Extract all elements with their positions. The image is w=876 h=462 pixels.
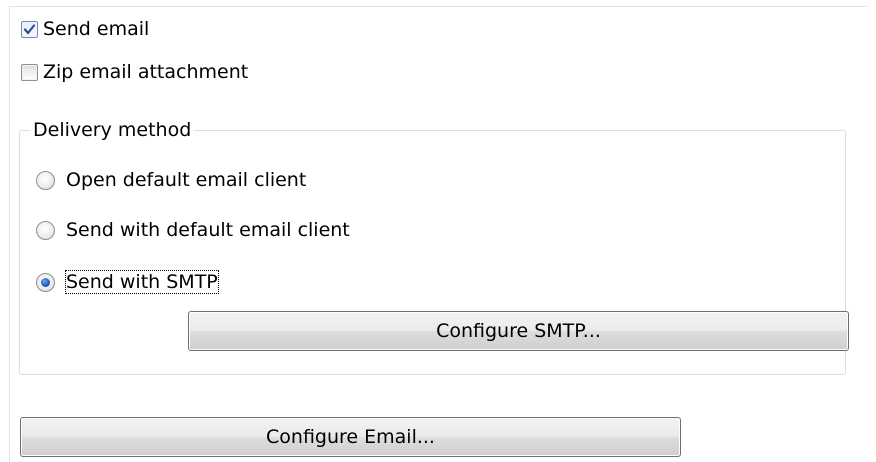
send-email-checkbox[interactable] bbox=[21, 20, 38, 38]
delivery-option-send-default-client[interactable]: Send with default email client bbox=[36, 219, 350, 241]
email-settings-panel: Send email Zip email attachment Delivery… bbox=[0, 0, 876, 462]
zip-attachment-label: Zip email attachment bbox=[43, 61, 249, 83]
open-client-radio[interactable] bbox=[36, 170, 55, 190]
send-smtp-label: Send with SMTP bbox=[65, 270, 219, 294]
send-default-client-label: Send with default email client bbox=[66, 219, 350, 241]
send-email-checkbox-row[interactable]: Send email bbox=[21, 18, 149, 40]
configure-email-button[interactable]: Configure Email... bbox=[20, 417, 681, 457]
panel-top-border bbox=[9, 6, 867, 7]
zip-attachment-checkbox-row[interactable]: Zip email attachment bbox=[21, 61, 248, 83]
delivery-option-send-smtp[interactable]: Send with SMTP bbox=[36, 270, 219, 294]
send-smtp-radio[interactable] bbox=[36, 272, 55, 292]
zip-attachment-checkbox[interactable] bbox=[21, 63, 38, 81]
configure-email-button-label: Configure Email... bbox=[266, 426, 435, 448]
send-default-client-radio[interactable] bbox=[36, 220, 55, 240]
delivery-option-open-client[interactable]: Open default email client bbox=[36, 169, 306, 191]
delivery-method-legend: Delivery method bbox=[30, 119, 195, 141]
send-email-label: Send email bbox=[43, 18, 150, 40]
panel-left-border bbox=[9, 6, 10, 462]
configure-smtp-button-label: Configure SMTP... bbox=[436, 320, 601, 342]
open-client-label: Open default email client bbox=[66, 169, 307, 191]
configure-smtp-button[interactable]: Configure SMTP... bbox=[188, 311, 849, 351]
checkmark-icon bbox=[23, 23, 36, 34]
